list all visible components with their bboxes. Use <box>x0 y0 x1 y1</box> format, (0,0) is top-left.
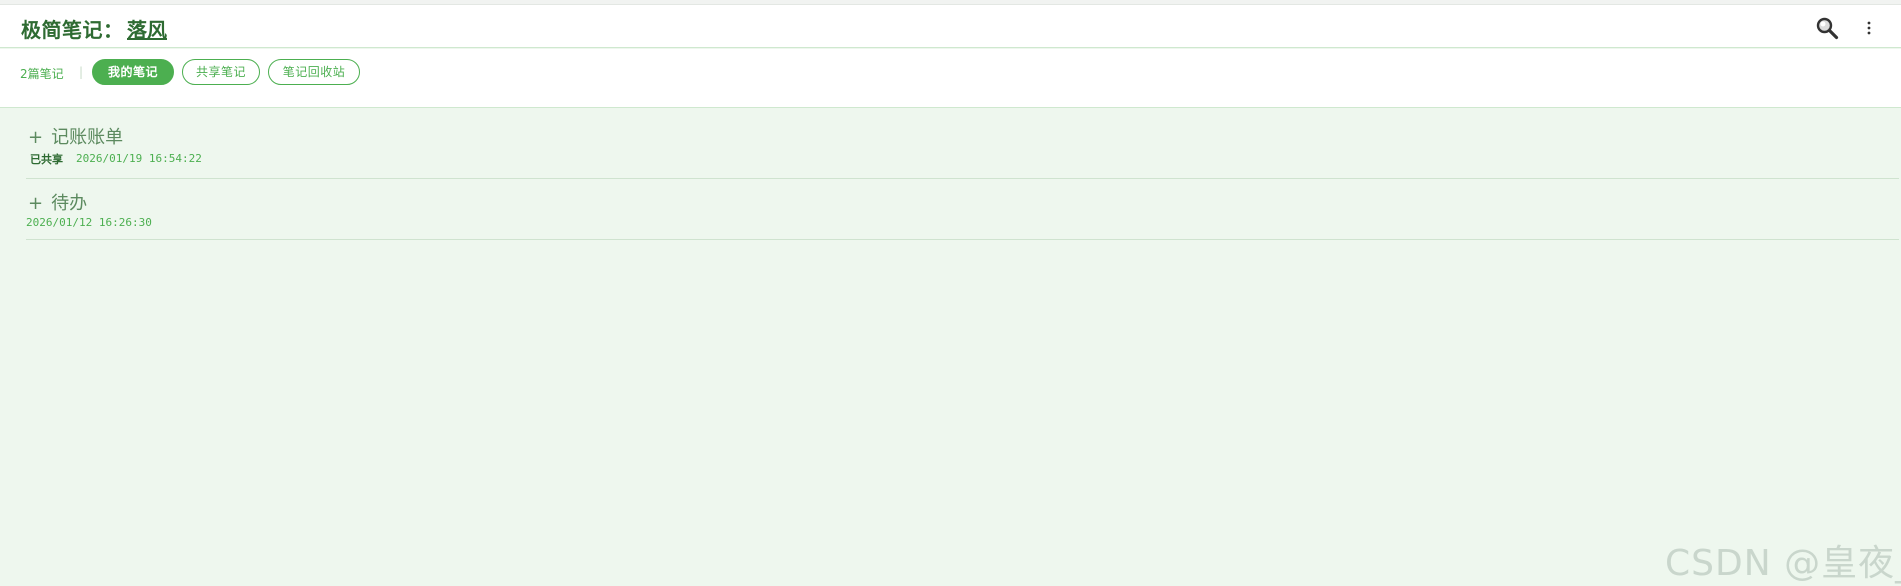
app-title: 极简笔记： <box>21 18 124 42</box>
note-title-text: 待办 <box>51 193 88 214</box>
watermark: CSDN @皇夜_ <box>1665 543 1901 584</box>
note-timestamp: 2026/01/12 16:26:30 <box>26 216 152 229</box>
toolbar-separator: | <box>79 65 84 79</box>
expand-icon[interactable]: + <box>28 127 43 148</box>
tab-shared-notes[interactable]: 共享笔记 <box>182 59 260 85</box>
note-timestamp: 2026/01/19 16:54:22 <box>76 152 202 165</box>
note-count: 2篇笔记 <box>20 67 64 81</box>
note-item: + 待办 2026/01/12 16:26:30 <box>26 179 1899 240</box>
note-title-text: 记账账单 <box>51 127 124 148</box>
note-item: + 记账账单 已共享 2026/01/19 16:54:22 <box>26 109 1899 179</box>
more-vertical-icon[interactable] <box>1862 18 1876 38</box>
filter-toolbar: 2篇笔记 | 我的笔记 共享笔记 笔记回收站 <box>0 49 1901 108</box>
expand-icon[interactable]: + <box>28 193 43 214</box>
username-link[interactable]: 落风 <box>127 14 167 43</box>
tab-recycle-bin[interactable]: 笔记回收站 <box>268 59 360 85</box>
header-bar: 极简笔记： 落风 <box>0 5 1901 48</box>
shared-badge: 已共享 <box>30 153 63 166</box>
note-list: + 记账账单 已共享 2026/01/19 16:54:22 + 待办 2026/0… <box>26 109 1899 240</box>
note-title[interactable]: + 记账账单 <box>28 123 123 149</box>
tab-my-notes[interactable]: 我的笔记 <box>92 59 174 85</box>
note-title[interactable]: + 待办 <box>28 189 87 215</box>
search-icon[interactable] <box>1815 16 1839 40</box>
